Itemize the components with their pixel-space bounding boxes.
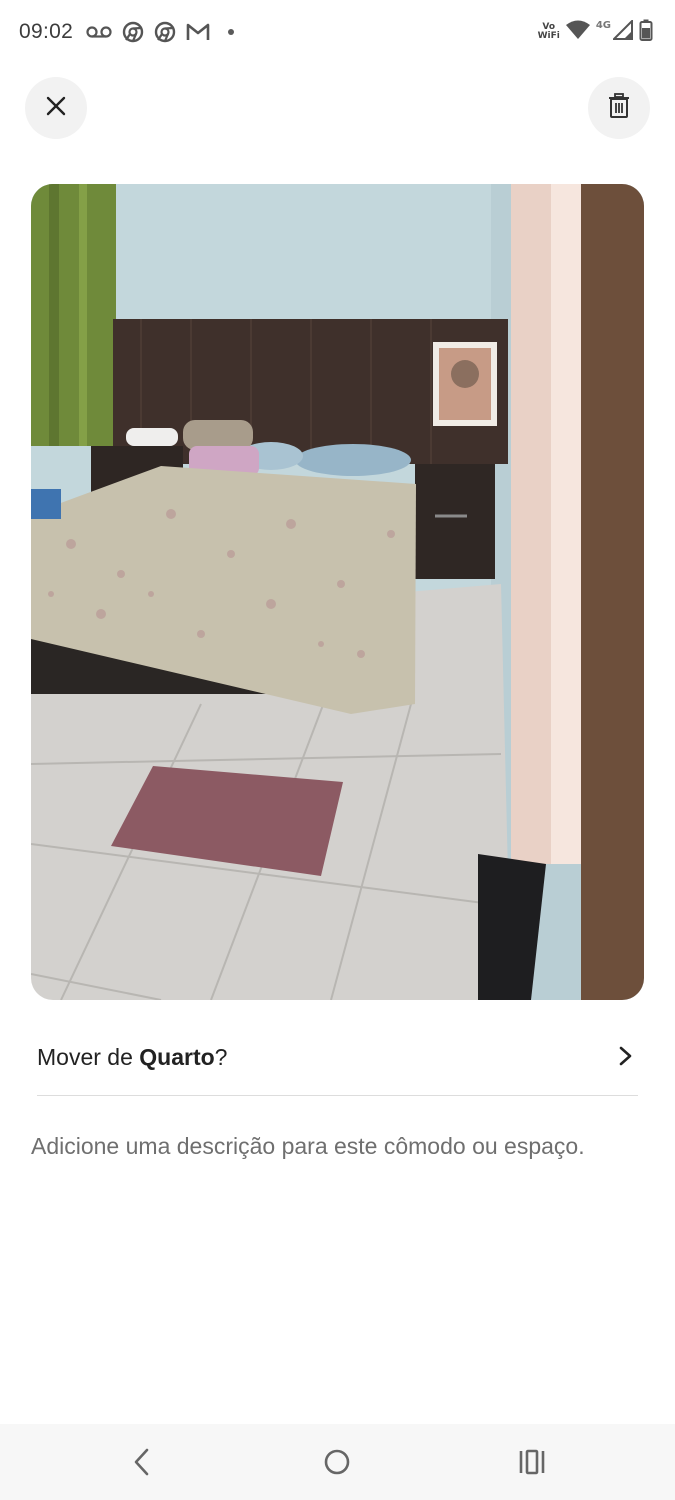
home-button[interactable] bbox=[317, 1446, 357, 1482]
move-room-label: Mover de Quarto? bbox=[37, 1044, 227, 1071]
signal-icon bbox=[611, 18, 633, 45]
move-room-prefix: Mover de bbox=[37, 1044, 140, 1070]
move-room-name: Quarto bbox=[139, 1044, 215, 1070]
recents-icon bbox=[518, 1449, 546, 1480]
recents-button[interactable] bbox=[512, 1446, 552, 1482]
wifi-icon bbox=[565, 20, 590, 45]
chrome-icon bbox=[122, 21, 144, 43]
bedroom-photo-illustration bbox=[31, 184, 644, 1000]
system-navigation-bar bbox=[0, 1424, 675, 1500]
close-button[interactable] bbox=[25, 77, 87, 139]
network-type-label: 4G bbox=[595, 19, 611, 31]
notification-dot bbox=[228, 29, 234, 35]
vowifi-icon: Vo WiFi bbox=[538, 23, 560, 41]
back-button[interactable] bbox=[122, 1446, 162, 1482]
voicemail-icon bbox=[86, 25, 112, 39]
system-icons: Vo WiFi 4G bbox=[538, 18, 653, 46]
home-icon bbox=[323, 1448, 351, 1481]
chevron-right-icon bbox=[614, 1045, 636, 1067]
gmail-icon bbox=[186, 22, 210, 42]
back-icon bbox=[132, 1447, 152, 1482]
status-bar: 09:02 Vo WiFi 4G bbox=[0, 0, 675, 64]
room-description-prompt[interactable]: Adicione uma descrição para este cômodo … bbox=[31, 1127, 591, 1165]
close-icon bbox=[45, 95, 67, 122]
room-photo bbox=[31, 184, 644, 1000]
status-time: 09:02 bbox=[19, 20, 74, 43]
battery-icon bbox=[639, 19, 653, 46]
vowifi-bottom-label: WiFi bbox=[537, 31, 560, 41]
notification-icons bbox=[86, 20, 234, 44]
delete-photo-button[interactable] bbox=[588, 77, 650, 139]
chrome-icon bbox=[154, 21, 176, 43]
trash-icon bbox=[608, 92, 630, 124]
move-room-suffix: ? bbox=[214, 1044, 228, 1070]
move-room-row[interactable]: Mover de Quarto? bbox=[37, 1020, 638, 1096]
